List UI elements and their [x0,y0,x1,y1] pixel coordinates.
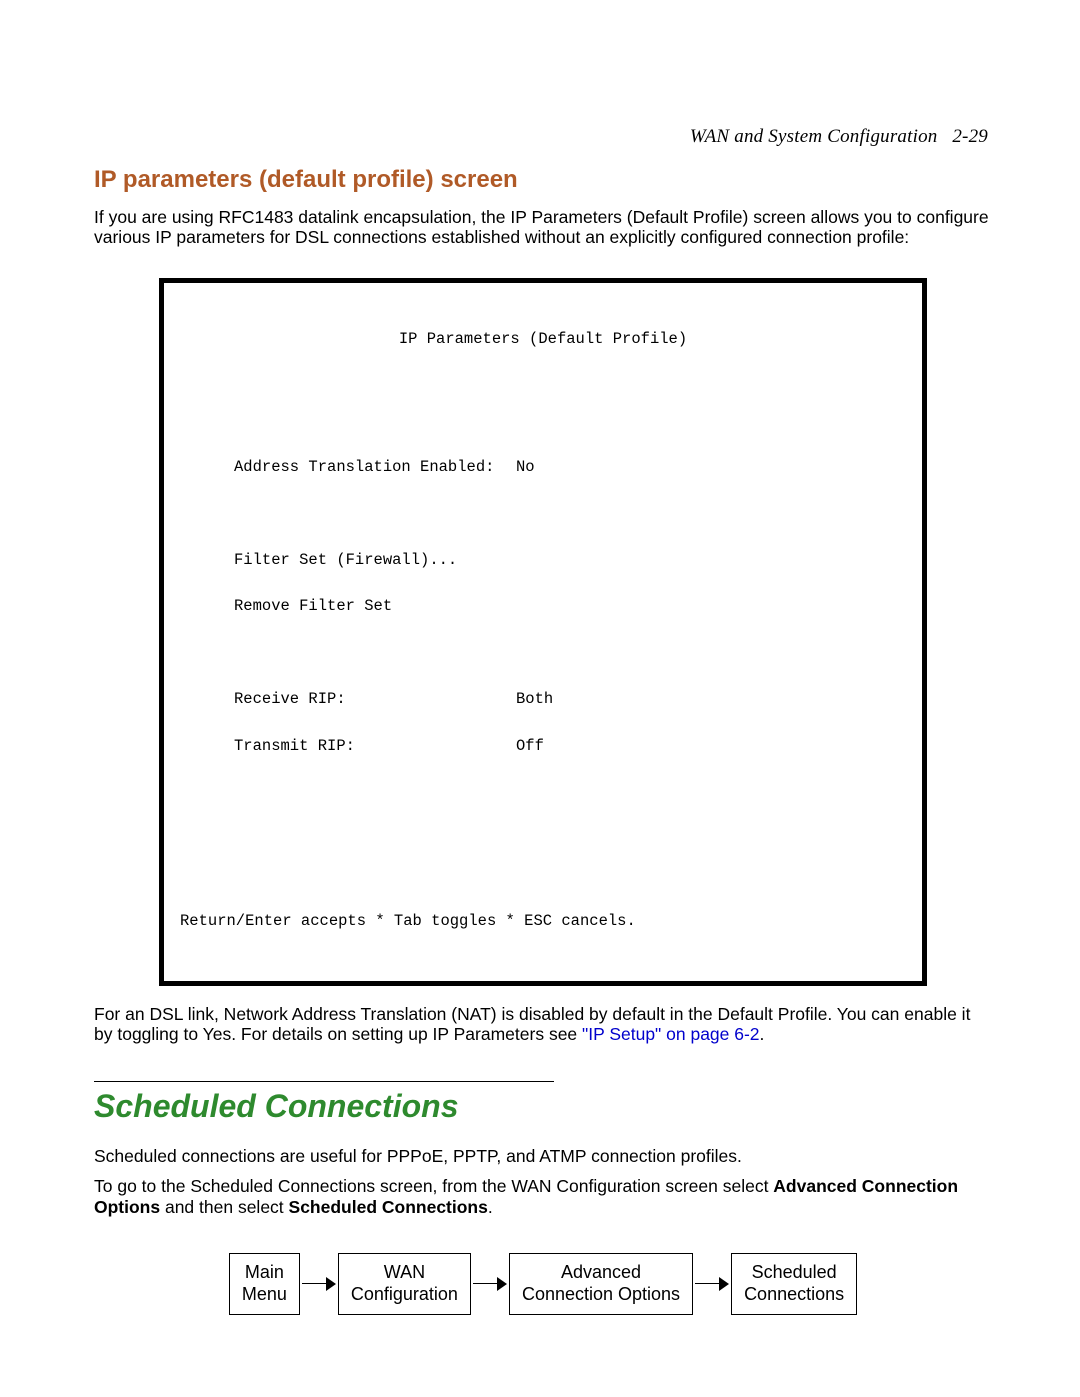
nav-b3-l2: Connection Options [522,1284,680,1304]
nav-box-advanced-options: Advanced Connection Options [509,1253,693,1314]
document-page: WAN and System Configuration 2-29 IP par… [0,0,1080,1315]
nav-box-scheduled-connections: Scheduled Connections [731,1253,857,1314]
post-terminal-paragraph: For an DSL link, Network Address Transla… [94,1004,992,1045]
nav-b1-l2: Menu [242,1284,287,1304]
nav-b3-l1: Advanced [561,1262,641,1282]
nav-b2-l2: Configuration [351,1284,458,1304]
intro-paragraph: If you are using RFC1483 datalink encaps… [94,207,992,248]
nav-b4-l2: Connections [744,1284,844,1304]
transmit-rip-label: Transmit RIP: [234,739,516,755]
nav-b2-l1: WAN [384,1262,425,1282]
arrow-icon [473,1276,507,1292]
terminal-footer: Return/Enter accepts * Tab toggles * ESC… [180,914,910,930]
section-divider [94,1081,554,1082]
p2-bold2: Scheduled Connections [289,1197,488,1217]
post-terminal-text-post: . [760,1024,765,1044]
terminal-title: IP Parameters (Default Profile) [176,332,910,348]
scheduled-p1: Scheduled connections are useful for PPP… [94,1146,992,1167]
arrow-icon [695,1276,729,1292]
ip-setup-link[interactable]: "IP Setup" on page 6-2 [582,1024,760,1044]
receive-rip-label: Receive RIP: [234,692,516,708]
addr-trans-label: Address Translation Enabled: [234,460,516,476]
filter-set-row: Filter Set (Firewall)... [234,553,910,569]
post-terminal-text-pre: For an DSL link, Network Address Transla… [94,1004,970,1045]
page-header: WAN and System Configuration 2-29 [94,126,988,148]
receive-rip-value: Both [516,692,553,708]
arrow-icon [302,1276,336,1292]
p2-post: . [488,1197,493,1217]
nav-box-main-menu: Main Menu [229,1253,300,1314]
transmit-rip-value: Off [516,739,544,755]
section-heading-ip-params: IP parameters (default profile) screen [94,166,992,194]
header-page-ref: 2-29 [952,126,988,147]
nav-b4-l1: Scheduled [752,1262,837,1282]
section-heading-scheduled-connections: Scheduled Connections [94,1088,992,1126]
terminal-body: Address Translation Enabled:No Filter Se… [234,429,910,786]
nav-box-wan-config: WAN Configuration [338,1253,471,1314]
navigation-diagram: Main Menu WAN Configuration Advanced Con… [94,1253,992,1314]
p2-pre: To go to the Scheduled Connections scree… [94,1176,773,1196]
header-title: WAN and System Configuration [690,126,938,147]
terminal-screenshot: IP Parameters (Default Profile) Address … [159,278,927,986]
scheduled-p2: To go to the Scheduled Connections scree… [94,1176,992,1217]
nav-b1-l1: Main [245,1262,284,1282]
addr-trans-value: No [516,460,535,476]
p2-mid: and then select [160,1197,288,1217]
remove-filter-row: Remove Filter Set [234,599,910,615]
